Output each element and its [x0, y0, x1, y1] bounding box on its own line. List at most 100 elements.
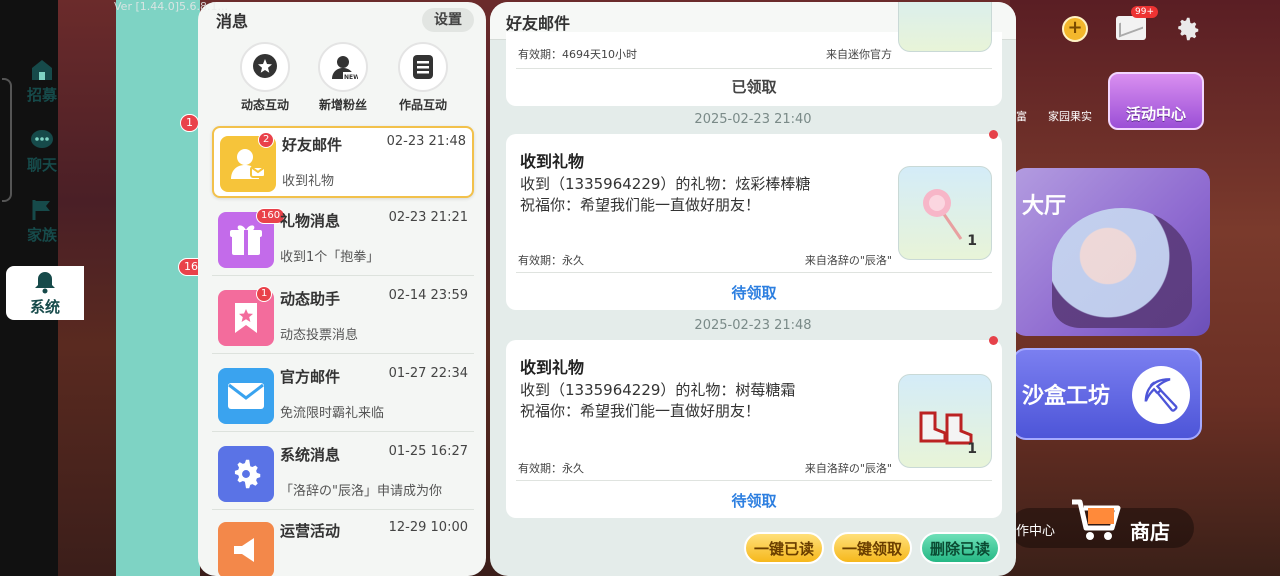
friend-mail-panel: 好友邮件 有效期：4694天10小时 来自迷你官方 已领取 2025-02-23…	[490, 2, 1016, 576]
gift-thumbnail: 1	[898, 374, 992, 468]
bell-icon	[35, 272, 55, 294]
conversation-preview: 「洛辞の"辰洛」申请成为你	[280, 484, 442, 499]
tab-family[interactable]: 家族	[6, 198, 78, 258]
mail-body: 收到（1335964229）的礼物：树莓糖霜 祝福你：希望我们能一直做好朋友！	[520, 380, 795, 422]
version-text: Ver [1.44.0]5.6.8.1...	[114, 0, 229, 13]
conversation-official-mail[interactable]: 官方邮件 01-27 22:34 免流限时霸礼来临	[212, 360, 474, 432]
gift-thumbnail: 1	[898, 166, 992, 260]
list-icon	[398, 42, 448, 92]
gift-thumbnail	[898, 2, 992, 52]
mail-card-title: 收到礼物	[520, 358, 585, 377]
conversation-gift-messages[interactable]: 160 礼物消息 02-23 21:21 收到1个「抱拳」	[212, 204, 474, 276]
claim-button[interactable]: 待领取	[506, 282, 1002, 303]
conversation-name: 系统消息	[280, 446, 341, 464]
unread-dot	[989, 336, 998, 345]
quick-dynamic-label: 动态互动	[240, 98, 289, 112]
conversation-time: 01-25 16:27	[388, 444, 468, 459]
gift-count: 1	[967, 233, 977, 249]
mail-actions: 一键已读 一键领取 删除已读	[743, 532, 1000, 564]
claim-button[interactable]: 待领取	[506, 490, 1002, 511]
conversation-time: 02-23 21:21	[388, 210, 468, 225]
settings-button[interactable]: 设置	[422, 8, 474, 32]
creation-center-label: 作中心	[1016, 524, 1056, 539]
add-coin-icon[interactable]: +	[1062, 16, 1088, 42]
hall-card[interactable]: 大厅	[1012, 168, 1210, 336]
mail-title: 好友邮件	[506, 14, 571, 33]
quick-new-fans-label: 新增粉丝	[318, 98, 367, 112]
unread-dot	[989, 130, 998, 139]
claim-label: 待领取	[731, 284, 777, 302]
mail-card: 收到礼物 收到（1335964229）的礼物：树莓糖霜 祝福你：希望我们能一直做…	[506, 336, 1002, 518]
conversation-friend-mail[interactable]: 2 好友邮件 02-23 21:48 收到礼物	[212, 126, 474, 198]
activity-center-button[interactable]: 活动中心	[1108, 72, 1204, 130]
shop-label: 商店	[1130, 520, 1170, 544]
card-divider	[516, 68, 992, 69]
activity-center-label: 活动中心	[1125, 105, 1186, 123]
mail-line-2: 祝福你：希望我们能一直做好朋友！	[520, 196, 761, 214]
mail-sender: 来自迷你官方	[826, 48, 892, 61]
conversation-name: 动态助手	[280, 290, 341, 308]
conversation-name: 礼物消息	[280, 212, 341, 230]
mark-all-read-button[interactable]: 一键已读	[743, 532, 824, 564]
card-divider	[516, 272, 992, 273]
quick-new-fans[interactable]: NEW 新增粉丝	[303, 42, 383, 113]
tab-system[interactable]: 系统	[6, 266, 84, 320]
tab-recruit-label: 招募	[26, 86, 57, 104]
mail-expiry: 有效期：永久	[518, 462, 584, 475]
mail-expiry: 有效期：永久	[518, 254, 584, 267]
conversation-time: 01-27 22:34	[388, 366, 468, 381]
chat-badge: 1	[180, 114, 199, 132]
sandbox-workshop-card[interactable]: 沙盒工坊 ⛏	[1012, 348, 1202, 440]
chat-icon	[31, 130, 53, 148]
star-bubble-icon	[240, 42, 290, 92]
claim-all-button[interactable]: 一键领取	[831, 532, 912, 564]
mail-line-1: 收到（1335964229）的礼物：炫彩棒棒糖	[520, 175, 811, 193]
conversation-time: 12-29 10:00	[388, 520, 468, 535]
claimed-status[interactable]: 已领取	[506, 76, 1002, 97]
conversation-name: 运营活动	[280, 522, 341, 540]
card-divider	[516, 480, 992, 481]
lollipop-icon	[923, 189, 963, 240]
mail-line-2: 祝福你：希望我们能一直做好朋友！	[520, 402, 761, 420]
conversation-time: 02-14 23:59	[388, 288, 468, 303]
mail-expiry: 有效期：4694天10小时	[518, 48, 637, 61]
date-separator: 2025-02-23 21:40	[694, 112, 812, 127]
conversation-preview: 免流限时霸礼来临	[280, 406, 385, 421]
claimed-label: 已领取	[731, 78, 777, 96]
quick-works-label: 作品互动	[398, 98, 447, 112]
conversation-preview: 收到1个「抱拳」	[280, 250, 380, 265]
mail-card-claimed: 有效期：4694天10小时 来自迷你官方 已领取	[506, 2, 1002, 106]
envelope-icon	[218, 368, 274, 424]
conversation-name: 好友邮件	[282, 136, 343, 154]
tab-family-label: 家族	[26, 226, 57, 244]
sandbox-title: 沙盒工坊	[1022, 384, 1111, 409]
claim-label: 待领取	[731, 492, 777, 510]
quick-works-interaction[interactable]: 作品互动	[383, 42, 463, 113]
mail-sender: 来自洛辞の"辰洛"	[804, 462, 892, 475]
tab-chat[interactable]: 聊天	[6, 128, 78, 188]
new-fan-icon: NEW	[318, 42, 368, 92]
flag-icon	[32, 200, 50, 220]
sneakers-icon	[919, 411, 973, 445]
recruit-icon	[32, 60, 52, 80]
bg-label-rich: 富	[1016, 110, 1027, 123]
hall-characters-image	[1052, 208, 1192, 328]
pickaxe-icon: ⛏	[1132, 366, 1190, 424]
delete-read-button[interactable]: 删除已读	[919, 532, 1000, 564]
conversation-operations[interactable]: 运营活动 12-29 10:00	[212, 514, 474, 576]
settings-gear-icon[interactable]	[1172, 14, 1202, 44]
mail-sender: 来自洛辞の"辰洛"	[804, 254, 892, 267]
mail-card: 收到礼物 收到（1335964229）的礼物：炫彩棒棒糖 祝福你：希望我们能一直…	[506, 130, 1002, 310]
home-fruit-label[interactable]: 家园果实	[1048, 108, 1092, 124]
mail-icon[interactable]: 99+	[1116, 6, 1158, 40]
messages-panel: 消息 设置 动态互动 NEW 新增粉丝 作品互动 2 好友邮件 02-23 21…	[198, 2, 486, 576]
svg-text:NEW: NEW	[344, 74, 358, 81]
conversation-dynamic-assistant[interactable]: 1 动态助手 02-14 23:59 动态投票消息	[212, 282, 474, 354]
conversation-system-messages[interactable]: 系统消息 01-25 16:27 「洛辞の"辰洛」申请成为你	[212, 438, 474, 510]
conversation-preview: 收到礼物	[282, 174, 335, 189]
tab-recruit[interactable]: 招募	[6, 58, 78, 118]
megaphone-icon	[218, 522, 274, 576]
quick-dynamic-interaction[interactable]: 动态互动	[225, 42, 305, 113]
conversation-time: 02-23 21:48	[386, 134, 466, 149]
tab-bar	[116, 0, 200, 576]
